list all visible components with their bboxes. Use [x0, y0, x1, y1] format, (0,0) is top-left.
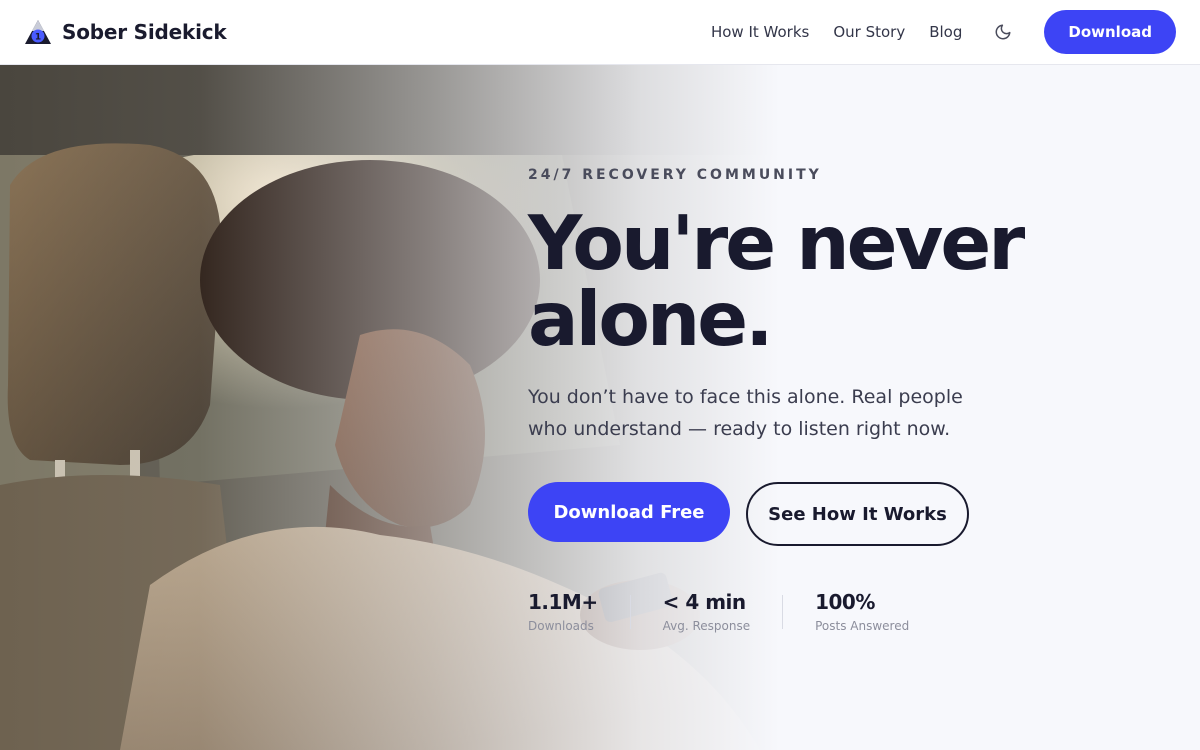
nav-link-blog[interactable]: Blog	[929, 23, 962, 41]
stat-label: Posts Answered	[815, 619, 910, 633]
stat-value: 1.1M+	[528, 590, 598, 614]
see-how-it-works-button[interactable]: See How It Works	[746, 482, 969, 546]
stat-value: < 4 min	[662, 590, 747, 614]
top-navbar: 1 Sober Sidekick How It Works Our Story …	[0, 0, 1200, 65]
nav-links: How It Works Our Story Blog Download	[711, 10, 1176, 54]
hero-section: 24/7 RECOVERY COMMUNITY You're never alo…	[0, 65, 1200, 750]
hero-headline: You're never alone.	[528, 199, 1025, 363]
nav-link-how-it-works[interactable]: How It Works	[711, 23, 809, 41]
svg-text:1: 1	[35, 33, 41, 43]
nav-link-our-story[interactable]: Our Story	[833, 23, 905, 41]
stat-downloads: 1.1M+ Downloads	[528, 591, 631, 633]
theme-toggle-button[interactable]	[990, 19, 1016, 45]
hero-subhead: You don’t have to face this alone. Real …	[528, 386, 963, 440]
stat-posts-answered: 100% Posts Answered	[815, 591, 941, 633]
nav-download-button[interactable]: Download	[1044, 10, 1176, 54]
moon-icon	[995, 24, 1011, 40]
download-free-button[interactable]: Download Free	[528, 482, 730, 542]
stat-label: Downloads	[528, 619, 594, 633]
brand-name: Sober Sidekick	[62, 20, 227, 44]
brand-home-link[interactable]: 1 Sober Sidekick	[24, 19, 227, 45]
stat-label: Avg. Response	[662, 619, 751, 633]
sober-sidekick-logo-icon: 1	[25, 20, 51, 44]
hero-eyebrow: 24/7 RECOVERY COMMUNITY	[528, 167, 822, 183]
stat-value: 100%	[815, 590, 875, 614]
stat-avg-response: < 4 min Avg. Response	[663, 591, 784, 633]
hero-stats: 1.1M+ Downloads < 4 min Avg. Response 10…	[528, 591, 973, 633]
